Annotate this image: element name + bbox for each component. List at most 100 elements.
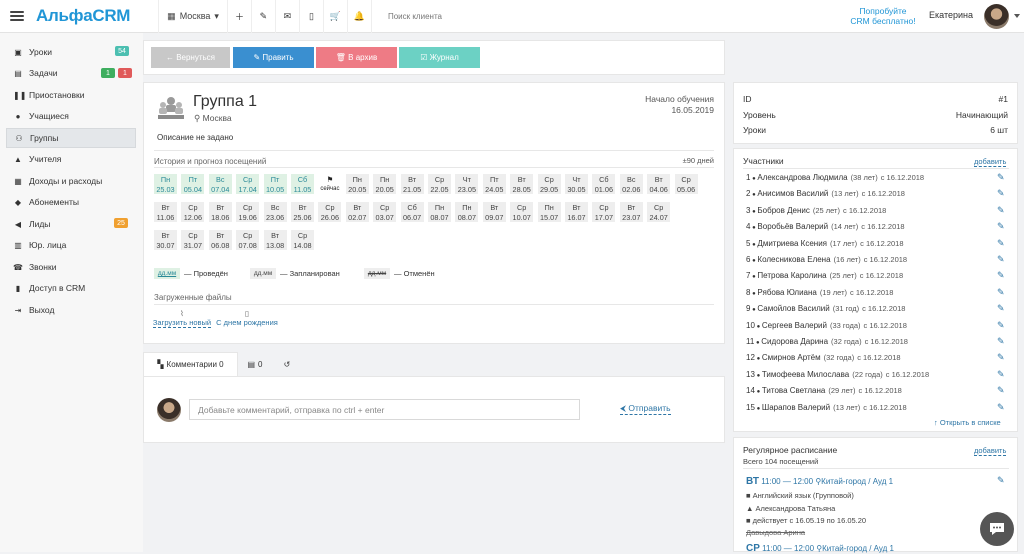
attendance-cell[interactable]: Сб 06.07 <box>400 202 424 222</box>
attendance-cell[interactable]: Ср 12.06 <box>181 202 205 222</box>
member-name[interactable]: Сидорова Дарина <box>761 337 828 346</box>
journal-button[interactable]: ☑ Журнал <box>399 47 480 68</box>
sidebar-item-11[interactable]: ☎ Звонки <box>6 257 136 277</box>
upload-link[interactable]: ⌇ Загрузить новый <box>152 309 212 328</box>
attendance-cell[interactable]: Ср 17.04 <box>236 174 260 194</box>
attendance-cell[interactable]: Сб 11.05 <box>291 174 314 194</box>
file-link[interactable]: ▯ С днем рождения <box>216 309 278 327</box>
attendance-cell[interactable]: Ср 05.06 <box>674 174 698 194</box>
edit-member-icon[interactable]: ✎ <box>997 254 1005 265</box>
attendance-cell[interactable]: Ср 17.07 <box>592 202 616 222</box>
attendance-cell[interactable]: Вс 02.06 <box>619 174 643 194</box>
member-name[interactable]: Дмитриева Ксения <box>757 239 827 248</box>
app-logo[interactable]: АльфаCRM <box>36 6 130 26</box>
search-input[interactable]: Поиск клиента <box>388 12 442 21</box>
add-member-link[interactable]: добавить <box>974 157 1007 167</box>
member-name[interactable]: Александрова Людмила <box>757 173 847 182</box>
member-name[interactable]: Титова Светлана <box>762 386 825 395</box>
tab-history[interactable]: ↺ <box>272 352 302 376</box>
city-selector[interactable]: ▦ Москва ▾ <box>158 0 228 33</box>
attendance-cell[interactable]: Пт 24.05 <box>482 174 506 194</box>
member-name[interactable]: Колесникова Елена <box>757 255 830 264</box>
attendance-cell[interactable]: Вт 04.06 <box>647 174 671 194</box>
sidebar-item-3[interactable]: ❚❚ Приостановки <box>6 85 136 105</box>
edit-member-icon[interactable]: ✎ <box>997 270 1005 281</box>
attendance-cell[interactable]: Ср 26.06 <box>318 202 342 222</box>
edit-member-icon[interactable]: ✎ <box>997 352 1005 363</box>
attendance-cell[interactable]: Вс 07.04 <box>208 174 232 194</box>
user-name[interactable]: Екатерина <box>929 10 973 20</box>
edit-member-icon[interactable]: ✎ <box>997 303 1005 314</box>
attendance-cell[interactable]: Пн 08.07 <box>455 202 479 222</box>
attendance-cell[interactable]: Ср 10.07 <box>510 202 534 222</box>
member-name[interactable]: Сергеев Валерий <box>762 321 827 330</box>
sidebar-item-5[interactable]: ⚇ Группы <box>6 128 136 148</box>
attendance-cell[interactable]: Пт 05.04 <box>181 174 205 194</box>
member-name[interactable]: Тимофеева Милослава <box>762 370 849 379</box>
sidebar-item-7[interactable]: ▦ Доходы и расходы <box>6 171 136 191</box>
member-name[interactable]: Смирнов Артём <box>762 353 821 362</box>
comment-input[interactable]: Добавьте комментарий, отправка по ctrl +… <box>189 399 580 420</box>
attendance-cell[interactable]: ⚑ сейчас <box>318 174 342 194</box>
edit-button[interactable]: ✎ Править <box>233 47 314 68</box>
edit-member-icon[interactable]: ✎ <box>997 172 1005 183</box>
sidebar-item-2[interactable]: ▤ Задачи <box>6 63 136 83</box>
edit-member-icon[interactable]: ✎ <box>997 238 1005 249</box>
sidebar-item-4[interactable]: ● Учащиеся <box>6 106 136 126</box>
attendance-cell[interactable]: Пт 10.05 <box>263 174 287 194</box>
member-name[interactable]: Бобров Денис <box>757 206 809 215</box>
cart-icon[interactable]: 🛒 <box>324 0 348 33</box>
open-in-list-link[interactable]: ↑ Открыть в списке <box>934 418 1001 427</box>
attendance-cell[interactable]: Чт 30.05 <box>565 174 588 194</box>
sidebar-item-13[interactable]: ⇥ Выход <box>6 300 136 320</box>
attendance-cell[interactable]: Пн 20.05 <box>345 174 369 194</box>
attendance-cell[interactable]: Вт 13.08 <box>263 230 287 250</box>
member-name[interactable]: Анисимов Василий <box>757 189 828 198</box>
edit-member-icon[interactable]: ✎ <box>997 402 1005 413</box>
edit-member-icon[interactable]: ✎ <box>997 287 1005 298</box>
chat-button[interactable] <box>980 512 1014 546</box>
attendance-cell[interactable]: Ср 24.07 <box>647 202 671 222</box>
attendance-cell[interactable]: Вт 18.06 <box>208 202 232 222</box>
member-name[interactable]: Шарапов Валерий <box>762 403 830 412</box>
attendance-cell[interactable]: Вт 11.06 <box>154 202 177 222</box>
edit-member-icon[interactable]: ✎ <box>997 320 1005 331</box>
attendance-cell[interactable]: Вт 28.05 <box>510 174 534 194</box>
attendance-cell[interactable]: Вт 16.07 <box>565 202 588 222</box>
attendance-cell[interactable]: Пн 20.05 <box>373 174 397 194</box>
mobile-icon[interactable]: ▯ <box>300 0 324 33</box>
edit-member-icon[interactable]: ✎ <box>997 336 1005 347</box>
attendance-cell[interactable]: Ср 14.08 <box>291 230 314 250</box>
chevron-down-icon[interactable] <box>1014 14 1020 18</box>
try-free-link[interactable]: Попробуйте CRM бесплатно! <box>838 6 928 26</box>
archive-button[interactable]: 🗑 В архив <box>316 47 397 68</box>
attendance-cell[interactable]: Ср 22.05 <box>428 174 451 194</box>
tab-notes[interactable]: ▤ 0 <box>240 352 270 376</box>
attendance-cell[interactable]: Вт 02.07 <box>345 202 369 222</box>
menu-icon[interactable] <box>10 11 24 21</box>
attendance-cell[interactable]: Ср 07.08 <box>236 230 260 250</box>
plus-icon[interactable]: ＋ <box>228 0 252 33</box>
envelope-icon[interactable]: ✉ <box>276 0 300 33</box>
edit-member-icon[interactable]: ✎ <box>997 369 1005 380</box>
member-name[interactable]: Воробьёв Валерий <box>757 222 828 231</box>
back-button[interactable]: ← Вернуться <box>151 47 230 68</box>
edit-member-icon[interactable]: ✎ <box>997 205 1005 216</box>
add-schedule-link[interactable]: добавить <box>974 446 1007 456</box>
attendance-cell[interactable]: Пн 08.07 <box>428 202 451 222</box>
sidebar-item-6[interactable]: ▲ Учителя <box>6 149 136 169</box>
attendance-cell[interactable]: Вт 21.05 <box>400 174 424 194</box>
sidebar-item-10[interactable]: ▥ Юр. лица <box>6 235 136 255</box>
attendance-cell[interactable]: Вт 30.07 <box>154 230 177 250</box>
avatar[interactable] <box>984 4 1009 29</box>
tab-comments[interactable]: ▚ Комментарии 0 <box>143 352 238 376</box>
attendance-cell[interactable]: Ср 03.07 <box>373 202 397 222</box>
sidebar-item-8[interactable]: ◆ Абонементы <box>6 192 136 212</box>
history-range[interactable]: ±90 дней <box>650 156 714 165</box>
send-button[interactable]: ⮜ Отправить <box>620 403 671 415</box>
attendance-cell[interactable]: Вс 23.06 <box>263 202 287 222</box>
attendance-cell[interactable]: Ср 19.06 <box>236 202 260 222</box>
edit-schedule-icon[interactable]: ✎ <box>997 475 1005 486</box>
bell-icon[interactable]: 🔔 <box>348 0 372 33</box>
attendance-cell[interactable]: Пн 25.03 <box>154 174 177 194</box>
